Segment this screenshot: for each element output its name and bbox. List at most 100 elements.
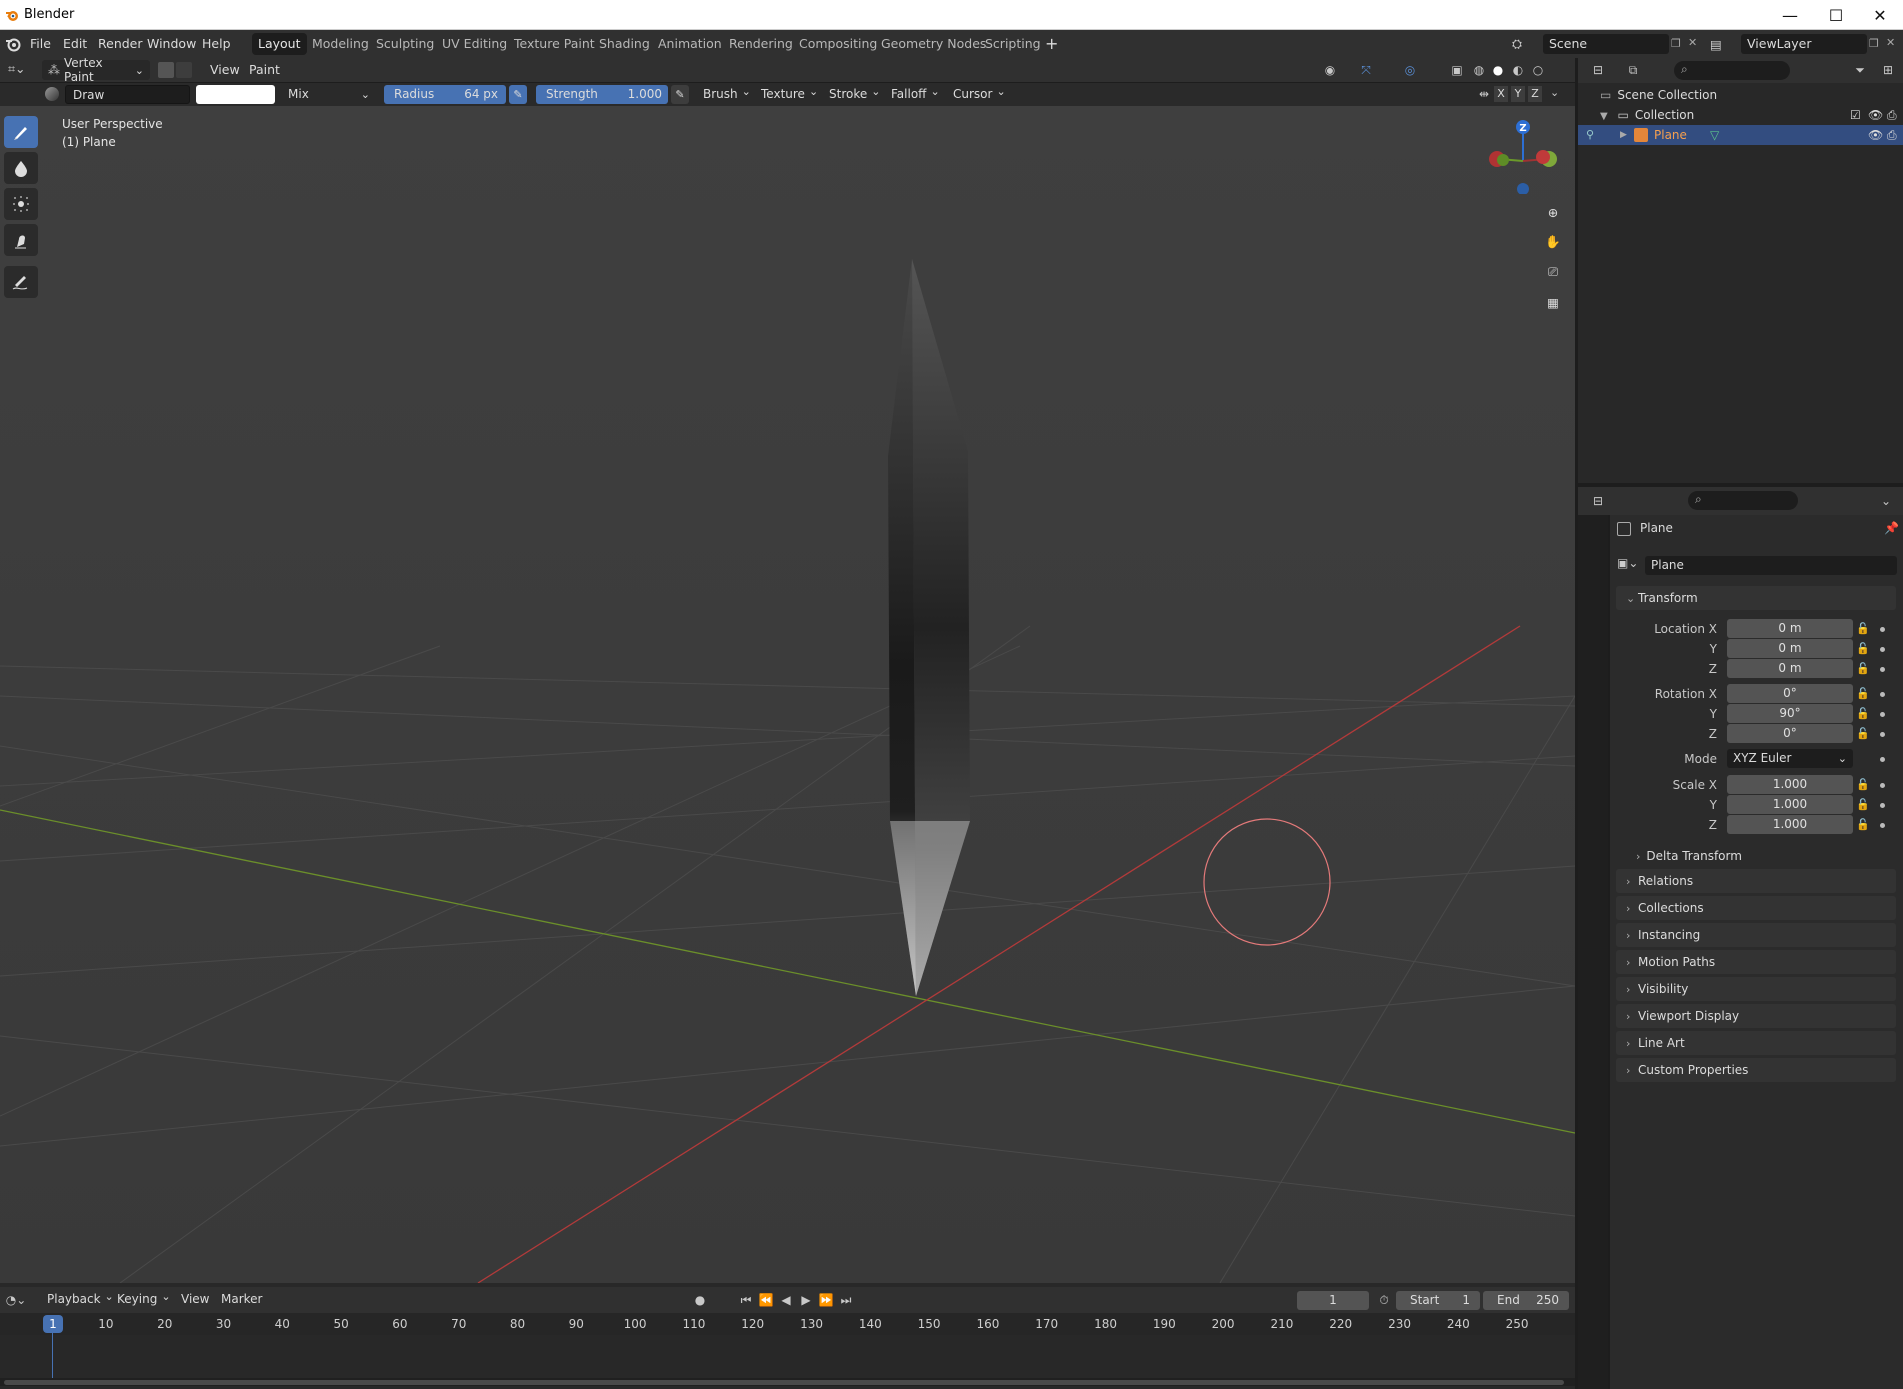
brush-name-field[interactable]: Draw (65, 85, 190, 104)
navigation-gizmo[interactable]: Z (1483, 114, 1563, 194)
properties-editor-type-icon[interactable]: ⊟ (1588, 491, 1608, 511)
close-button[interactable]: ✕ (1857, 0, 1903, 30)
instancing-panel-header[interactable]: › Instancing (1616, 923, 1896, 947)
menu-view[interactable]: View (210, 62, 240, 77)
blender-menu-icon[interactable] (5, 36, 21, 52)
3d-viewport[interactable]: User Perspective (1) Plane Z ⊕ ✋ ⎚ ▦ (0, 106, 1575, 1283)
brush-menu[interactable]: Brush (700, 85, 754, 104)
menu-help[interactable]: Help (202, 36, 231, 51)
menu-window[interactable]: Window (147, 36, 196, 51)
camera-view-icon[interactable]: ⎚ (1540, 259, 1566, 285)
pan-hand-icon[interactable]: ✋ (1540, 229, 1566, 255)
keyframe-dot-icon[interactable] (1880, 667, 1885, 672)
view-layer-name-field[interactable]: ViewLayer (1741, 34, 1867, 54)
eye-icon[interactable]: 👁 (1868, 125, 1883, 145)
mirror-y-toggle[interactable]: Y (1511, 86, 1525, 102)
keyframe-dot-icon[interactable] (1880, 803, 1885, 808)
average-tool-button[interactable] (4, 188, 38, 220)
menu-render[interactable]: Render (98, 36, 143, 51)
new-view-layer-icon[interactable]: ❐ (1869, 37, 1879, 50)
plane-object-row[interactable]: ⚲ ▶ Plane ▽ 👁 ⎙ (1578, 125, 1903, 145)
wireframe-shading-icon[interactable]: ◍ (1469, 60, 1489, 80)
lock-icon[interactable]: 🔓 (1856, 707, 1870, 720)
texture-menu[interactable]: Texture (758, 85, 821, 104)
start-frame-field[interactable]: Start 1 (1396, 1291, 1480, 1310)
add-workspace-icon[interactable]: + (1045, 34, 1058, 53)
transform-panel-header[interactable]: ⌄ Transform (1616, 586, 1896, 610)
draw-tool-button[interactable] (4, 116, 38, 148)
keyframe-dot-icon[interactable] (1880, 692, 1885, 697)
remove-scene-icon[interactable]: ✕ (1688, 36, 1697, 49)
jump-prev-keyframe-icon[interactable]: ⏪ (756, 1290, 776, 1310)
new-scene-icon[interactable]: ❐ (1671, 37, 1681, 50)
cursor-menu[interactable]: Cursor (950, 85, 1009, 104)
auto-keying-record-icon[interactable]: ● (690, 1290, 710, 1310)
keyframe-dot-icon[interactable] (1880, 627, 1885, 632)
overlays-icon[interactable]: ◎ (1400, 60, 1420, 80)
paint-color-swatch[interactable] (196, 85, 275, 104)
relations-panel-header[interactable]: › Relations (1616, 869, 1896, 893)
mode-dropdown[interactable]: ⁂ Vertex Paint ⌄ (42, 56, 150, 84)
mirror-z-toggle[interactable]: Z (1528, 86, 1542, 102)
exclude-checkbox[interactable]: ☑ (1850, 105, 1861, 125)
end-frame-field[interactable]: End 250 (1483, 1291, 1569, 1310)
camera-icon[interactable]: ⎙ (1887, 105, 1897, 125)
eye-icon[interactable]: 👁 (1868, 105, 1883, 125)
tab-layout[interactable]: Layout (252, 33, 307, 55)
keyframe-dot-icon[interactable] (1880, 732, 1885, 737)
motion-paths-panel-header[interactable]: › Motion Paths (1616, 950, 1896, 974)
collections-panel-header[interactable]: › Collections (1616, 896, 1896, 920)
material-shading-icon[interactable]: ◐ (1508, 60, 1528, 80)
vertex-select-toggle[interactable] (176, 62, 192, 78)
jump-next-keyframe-icon[interactable]: ⏩ (816, 1290, 836, 1310)
preview-range-icon[interactable]: ⏱ (1374, 1290, 1394, 1310)
location-y-field[interactable]: 0 m (1727, 639, 1853, 658)
scale-y-field[interactable]: 1.000 (1727, 795, 1853, 814)
chevron-down-icon[interactable]: ⌄ (1876, 491, 1896, 511)
strength-pressure-icon[interactable]: ✎ (671, 85, 689, 104)
tab-animation[interactable]: Animation (652, 33, 728, 55)
smear-tool-button[interactable] (4, 224, 38, 256)
strength-slider[interactable]: Strength 1.000 (536, 85, 668, 104)
maximize-button[interactable]: ☐ (1813, 0, 1859, 30)
lock-icon[interactable]: 🔓 (1856, 798, 1870, 811)
stroke-menu[interactable]: Stroke (826, 85, 883, 104)
falloff-menu[interactable]: Falloff (888, 85, 943, 104)
keyframe-dot-icon[interactable] (1880, 712, 1885, 717)
lock-icon[interactable]: 🔓 (1856, 727, 1870, 740)
scene-name-field[interactable]: Scene (1543, 34, 1669, 54)
expand-arrow-icon[interactable]: ▶ (1620, 125, 1627, 145)
object-visibility-icon[interactable]: ⚲ (1586, 125, 1594, 145)
timeline-view-menu[interactable]: View (181, 1292, 209, 1306)
rotation-mode-dropdown[interactable]: XYZ Euler ⌄ (1727, 749, 1853, 768)
visibility-panel-header[interactable]: › Visibility (1616, 977, 1896, 1001)
timeline-scrollbar[interactable] (0, 1378, 1575, 1386)
play-reverse-icon[interactable]: ◀ (776, 1290, 796, 1310)
keyframe-dot-icon[interactable] (1880, 647, 1885, 652)
scene-selector-icon[interactable]: ⛭ (1512, 34, 1542, 54)
minimize-button[interactable]: — (1767, 0, 1813, 30)
lock-icon[interactable]: 🔓 (1856, 662, 1870, 675)
marker-menu[interactable]: Marker (221, 1292, 262, 1306)
keying-menu[interactable]: Keying (114, 1290, 174, 1309)
current-frame-field[interactable]: 1 (1297, 1291, 1369, 1310)
solid-shading-icon[interactable]: ● (1488, 60, 1508, 80)
scale-z-field[interactable]: 1.000 (1727, 815, 1853, 834)
tab-geometry-nodes[interactable]: Geometry Nodes (875, 33, 992, 55)
view-layer-selector-icon[interactable]: ▤ (1710, 34, 1740, 54)
tab-shading[interactable]: Shading (593, 33, 656, 55)
rendered-shading-icon[interactable]: ○ (1528, 60, 1548, 80)
outliner-editor-type-icon[interactable]: ⊟ (1588, 60, 1608, 80)
chevron-down-icon[interactable]: ⌄ (1550, 86, 1559, 99)
delta-transform-subpanel[interactable]: › Delta Transform (1636, 846, 1894, 866)
mesh-data-icon[interactable]: ▽ (1710, 125, 1719, 145)
pin-icon[interactable]: 📌 (1884, 521, 1899, 535)
perspective-grid-icon[interactable]: ▦ (1540, 289, 1566, 315)
scene-collection-row[interactable]: ▭ Scene Collection (1600, 85, 1900, 105)
blend-mode-dropdown[interactable]: Mix ⌄ (282, 85, 376, 104)
radius-pressure-icon[interactable]: ✎ (509, 85, 527, 104)
scrollbar-thumb[interactable] (4, 1380, 1564, 1385)
tab-rendering[interactable]: Rendering (723, 33, 799, 55)
rotation-z-field[interactable]: 0° (1727, 724, 1853, 743)
keyframe-dot-icon[interactable] (1880, 757, 1885, 762)
